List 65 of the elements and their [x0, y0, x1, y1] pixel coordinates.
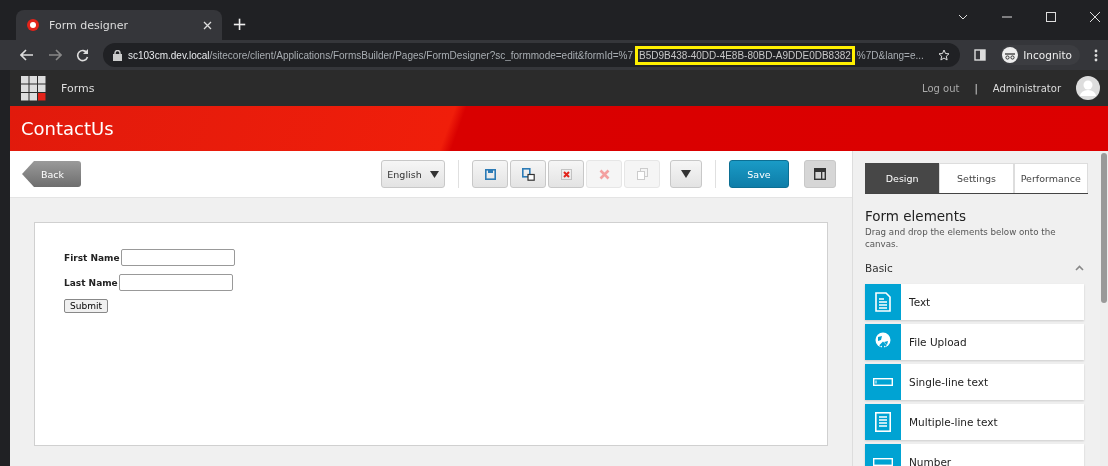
submit-button[interactable]: Submit	[64, 299, 108, 313]
back-arrow-icon[interactable]	[20, 49, 34, 61]
new-tab-button[interactable]: +	[222, 13, 258, 40]
form-element-item[interactable]: Single-line text	[865, 364, 1084, 400]
caret-icon	[681, 170, 691, 178]
url-text: %7D&lang=e...	[856, 49, 924, 61]
logout-link[interactable]: Log out	[922, 82, 960, 94]
delete-icon	[560, 168, 572, 180]
form-title: ContactUs	[21, 118, 114, 139]
close-icon[interactable]	[1090, 12, 1100, 22]
caret-icon	[429, 170, 439, 178]
more-button[interactable]	[670, 160, 702, 188]
field-label: First Name	[64, 252, 120, 263]
url-path: /sitecore/client/Applications/FormsBuilder/Pages/FormDesigner?sc_formmode=edit&formId=%7	[209, 49, 634, 61]
lock-icon	[113, 49, 122, 61]
tab-title: Form designer	[49, 18, 129, 32]
profile-button[interactable]: Incognito	[1000, 45, 1080, 65]
floppy-disks-icon	[521, 167, 535, 181]
save-as-button[interactable]	[510, 160, 546, 188]
user-name: Administrator	[992, 82, 1061, 94]
panel-tab[interactable]: Performance	[1013, 163, 1088, 193]
side-panel-icon[interactable]	[974, 49, 987, 61]
maximize-icon[interactable]	[1046, 12, 1056, 22]
grid-logo-icon[interactable]	[21, 75, 46, 101]
panel-icon	[814, 168, 826, 180]
form-element-item[interactable]: File Upload	[865, 324, 1084, 360]
chevron-icon	[1075, 265, 1084, 271]
section-heading: Form elements	[865, 208, 967, 224]
close-icon[interactable]	[203, 20, 212, 30]
language-dropdown[interactable]: English	[381, 160, 445, 188]
textbox-icon	[873, 378, 893, 386]
document-icon	[875, 292, 891, 312]
delete-button[interactable]	[548, 160, 584, 188]
back-button[interactable]: Back	[22, 161, 81, 187]
form-element-item[interactable]: Multiple-line text	[865, 404, 1084, 440]
incognito-icon	[1002, 47, 1019, 63]
reload-icon[interactable]	[76, 48, 89, 62]
scrollbar-thumb[interactable]	[1101, 153, 1107, 303]
url-host: sc103cm.dev.local	[128, 49, 210, 61]
logo-icon	[26, 18, 40, 32]
hint-text: Drag and drop the elements below onto the canvas.	[865, 226, 1057, 250]
browser-tab[interactable]: Form designer	[16, 10, 222, 40]
save-button[interactable]	[472, 160, 508, 188]
panel-tab[interactable]: Design	[865, 163, 940, 193]
text-area-icon	[875, 412, 891, 432]
number-icon	[873, 458, 893, 466]
input-field[interactable]	[120, 249, 235, 266]
star-icon[interactable]	[938, 49, 951, 61]
category-toggle[interactable]: Basic	[865, 262, 1084, 274]
menu-icon[interactable]	[1094, 48, 1098, 62]
forward-arrow-icon[interactable]	[48, 49, 62, 61]
input-field[interactable]	[118, 274, 233, 291]
panel-tab[interactable]: Settings	[939, 163, 1014, 193]
chevron-icon[interactable]	[958, 14, 968, 20]
address-bar[interactable]: sc103cm.dev.local/sitecore/client/Applications/FormsBuilder/Pages/FormDesigner?sc_formmode=edit&formId=%7 B5D9B438-40DD-4E8B-80BD-A9DDE0DB8382 %7D&lang=e...	[103, 43, 961, 67]
separator-text: |	[974, 82, 978, 94]
field-label: Last Name	[64, 277, 118, 288]
save-button[interactable]: Save	[729, 160, 789, 188]
avatar-icon[interactable]	[1076, 76, 1100, 100]
form-element-item[interactable]: Number	[865, 444, 1084, 466]
cross-icon	[598, 168, 610, 180]
form-element-item[interactable]: Text	[865, 284, 1084, 320]
copy-icon	[636, 168, 648, 180]
panel-toggle-button[interactable]	[804, 160, 836, 188]
app-name: Forms	[61, 81, 95, 95]
